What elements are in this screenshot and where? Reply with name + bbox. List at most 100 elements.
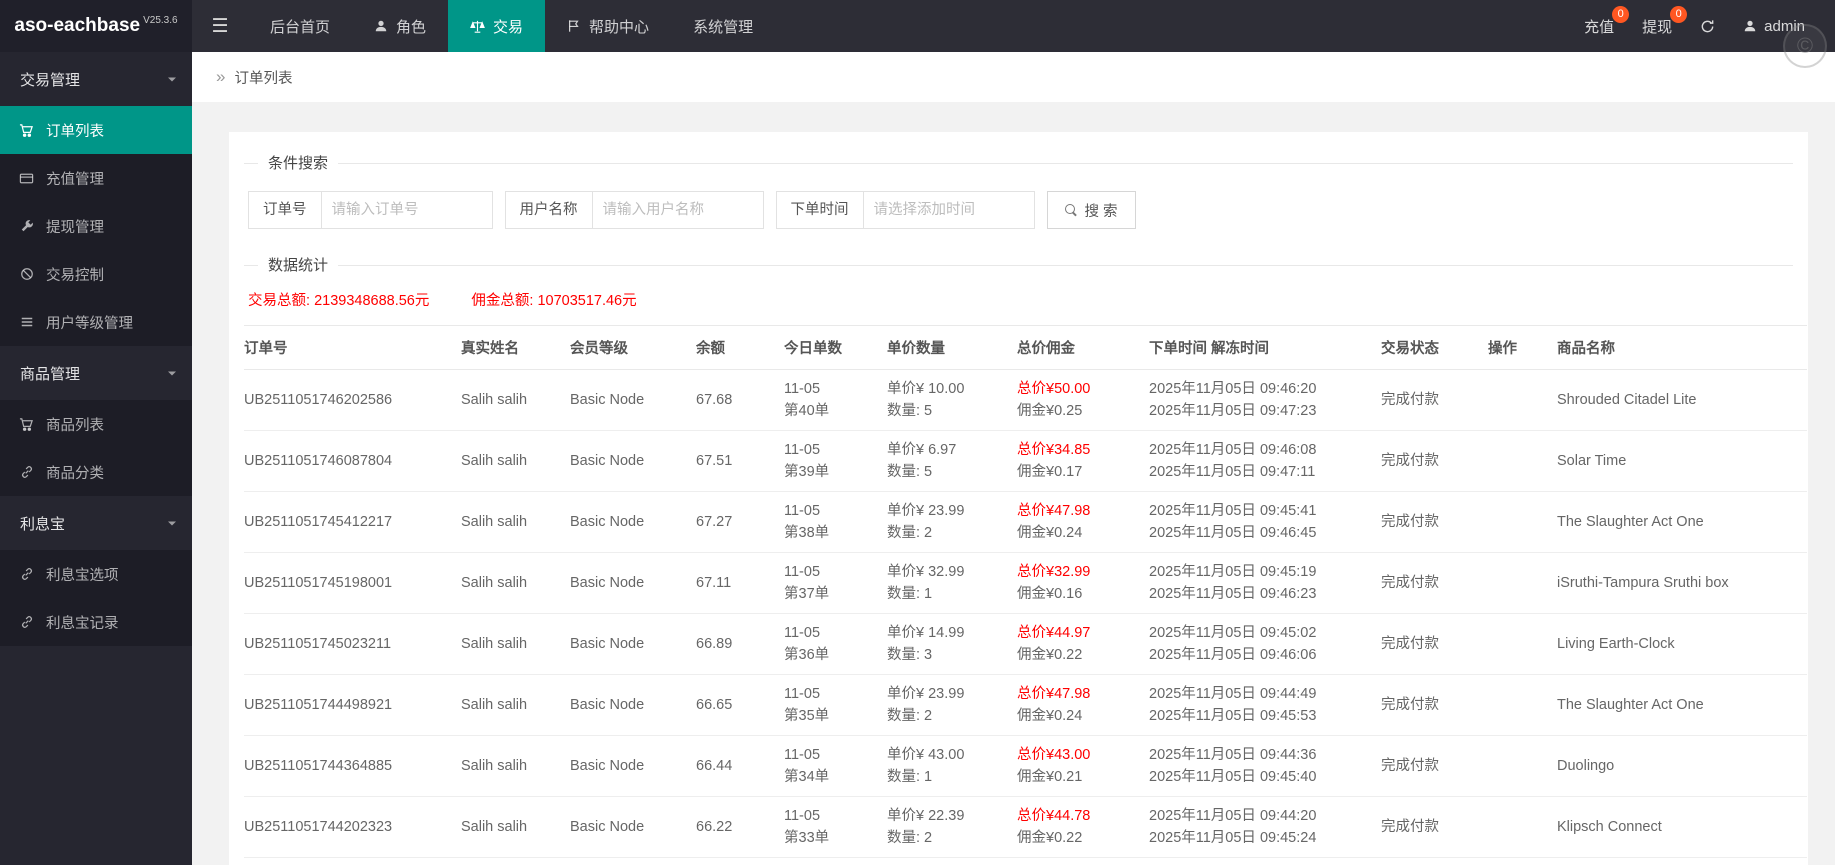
sidebar-item-0-3[interactable]: 交易控制 (0, 250, 192, 298)
cell-level: Basic Node (570, 796, 696, 858)
cell-status: 完成付款 (1381, 796, 1488, 858)
cell-price-qty: 单价¥ 32.99 数量: 1 (887, 552, 1017, 614)
sidebar-section-label: 利息宝 (20, 515, 66, 533)
cell-real-name: Salih salih (461, 369, 570, 431)
sidebar-item-0-1[interactable]: 充值管理 (0, 154, 192, 202)
cell-real-name: Salih salih (461, 430, 570, 492)
recharge-button[interactable]: 充值 0 (1570, 0, 1630, 52)
cell-price-qty: 单价¥ 23.99 数量: 2 (887, 674, 1017, 736)
cell-today-count: 11-05 第36单 (784, 613, 887, 675)
search-field-label: 订单号 (248, 191, 321, 229)
cell-real-name: Salih salih (461, 674, 570, 736)
cell-balance: 65.99 (696, 857, 784, 865)
sidebar-section-label: 商品管理 (20, 365, 81, 383)
table-header-0: 订单号 (244, 325, 461, 370)
cell-balance: 66.22 (696, 796, 784, 858)
cell-times: 2025年11月05日 09:45:19 2025年11月05日 09:46:23 (1149, 552, 1381, 614)
cell-total-commission: 总价¥34.85 佣金¥0.17 (1017, 430, 1149, 492)
top-nav: 后台首页 角色 交易 帮助中心 系统管理 (248, 0, 775, 52)
nav-item-2[interactable]: 交易 (448, 0, 546, 52)
stats-legend: 数据统计 (258, 256, 339, 276)
sidebar-item-label: 商品分类 (46, 465, 104, 482)
sidebar-item-0-0[interactable]: 订单列表 (0, 106, 192, 154)
chevron-down-icon (167, 74, 177, 84)
breadcrumb-separator-icon: » (216, 67, 226, 86)
cell-product: iSruthi-Tampura Sruthi box (1557, 552, 1807, 614)
sidebar-section-1[interactable]: 商品管理 (0, 346, 192, 400)
wrench-icon (18, 219, 35, 233)
cell-level: Basic Node (570, 552, 696, 614)
sidebar-item-2-0[interactable]: 利息宝选项 (0, 550, 192, 598)
breadcrumb-current: 订单列表 (234, 70, 293, 87)
table-header-8: 交易状态 (1381, 325, 1488, 370)
cell-order-no: UB2511051746202586 (244, 369, 461, 431)
refresh-button[interactable] (1686, 0, 1729, 52)
cell-total-commission: 总价¥47.98 佣金¥0.24 (1017, 491, 1149, 553)
search-field-0: 订单号 (248, 191, 493, 229)
cell-order-no: UB2511051745023211 (244, 613, 461, 675)
nav-item-4[interactable]: 系统管理 (671, 0, 775, 52)
levels-icon (18, 315, 35, 329)
person-icon (1743, 19, 1757, 33)
search-legend: 条件搜索 (258, 154, 339, 174)
sidebar: 交易管理 订单列表充值管理提现管理交易控制用户等级管理商品管理商品列表商品分类利息… (0, 52, 192, 865)
sidebar-item-2-1[interactable]: 利息宝记录 (0, 598, 192, 646)
breadcrumb: » 订单列表 (192, 52, 1835, 102)
sidebar-section-0[interactable]: 交易管理 (0, 52, 192, 106)
refresh-icon (1700, 19, 1715, 34)
stat-1: 佣金总额: 10703517.46元 (471, 293, 636, 309)
withdraw-button[interactable]: 提现 0 (1628, 0, 1688, 52)
cell-today-count: 11-05 第37单 (784, 552, 887, 614)
cell-product: The Slaughter Act One (1557, 674, 1807, 736)
cell-status: 完成付款 (1381, 674, 1488, 736)
nav-item-3[interactable]: 帮助中心 (545, 0, 671, 52)
cell-real-name: Salih salih (461, 735, 570, 797)
table-row: UB2511051745198001 Salih salih Basic Node 6… (244, 552, 1807, 614)
sidebar-item-0-4[interactable]: 用户等级管理 (0, 298, 192, 346)
cell-times: 2025年11月05日 09:44:49 2025年11月05日 09:45:53 (1149, 674, 1381, 736)
cell-price-qty: 单价¥ 22.39 数量: 2 (887, 796, 1017, 858)
cell-level: Basic Node (570, 369, 696, 431)
cell-status: 完成付款 (1381, 369, 1488, 431)
cell-today-count: 11-05 第38单 (784, 491, 887, 553)
cell-product: Klipsch Connect (1557, 796, 1807, 858)
cell-level: Basic Node (570, 430, 696, 492)
cell-total-commission: 总价¥44.97 佣金¥0.22 (1017, 613, 1149, 675)
cell-real-name: Salih salih (461, 613, 570, 675)
search-field-0-input[interactable] (320, 191, 493, 229)
table-row: UB2511051745023211 Salih salih Basic Node 6… (244, 613, 1807, 675)
cell-level: Basic Node (570, 735, 696, 797)
sidebar-item-label: 充值管理 (46, 171, 104, 188)
cell-status: 完成付款 (1381, 613, 1488, 675)
nav-item-label: 帮助中心 (589, 18, 650, 36)
table-row: UB2511051744202323 Salih salih Basic Node 6… (244, 796, 1807, 858)
sidebar-section-2[interactable]: 利息宝 (0, 496, 192, 550)
sidebar-section-items: 利息宝选项 利息宝记录 (0, 550, 192, 646)
search-button[interactable]: 搜 索 (1046, 191, 1136, 229)
withdraw-button-badge: 0 (1670, 6, 1688, 23)
cell-product: Duolingo (1557, 735, 1807, 797)
cell-balance: 66.89 (696, 613, 784, 675)
nav-item-0[interactable]: 后台首页 (248, 0, 352, 52)
flag-icon (567, 19, 581, 33)
stats-fieldset: 数据统计 (244, 256, 1793, 276)
sidebar-item-1-0[interactable]: 商品列表 (0, 400, 192, 448)
table-header-7: 下单时间 解冻时间 (1149, 325, 1381, 370)
stat-label: 交易总额: (248, 293, 315, 309)
search-field-2-input[interactable] (862, 191, 1035, 229)
menu-toggle-icon[interactable]: ☰ (192, 0, 248, 52)
table-header-3: 余额 (696, 325, 784, 370)
cell-level: Basic Node (570, 613, 696, 675)
sidebar-item-1-1[interactable]: 商品分类 (0, 448, 192, 496)
trade-icon (470, 19, 485, 34)
app-version: V25.3.6 (143, 14, 178, 26)
cell-order-no: UB2511051745412217 (244, 491, 461, 553)
sidebar-item-label: 交易控制 (46, 267, 104, 284)
cell-product: Shrouded Citadel Lite (1557, 369, 1807, 431)
sidebar-item-0-2[interactable]: 提现管理 (0, 202, 192, 250)
search-field-1-input[interactable] (591, 191, 764, 229)
cell-total-commission: 总价¥50.00 佣金¥0.25 (1017, 369, 1149, 431)
nav-item-1[interactable]: 角色 (352, 0, 448, 52)
nav-item-label: 后台首页 (270, 18, 331, 36)
sidebar-section-items: 订单列表充值管理提现管理交易控制用户等级管理 (0, 106, 192, 346)
